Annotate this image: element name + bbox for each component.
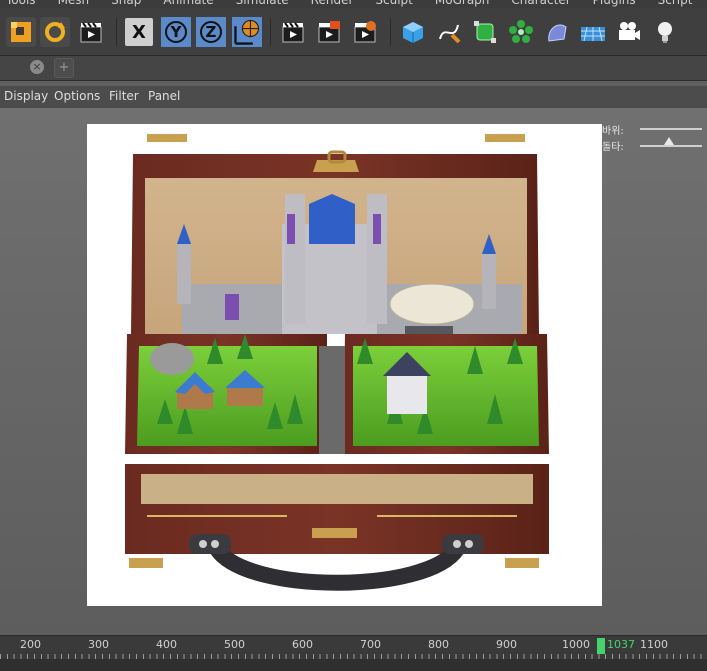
timeline-label: 1100	[640, 638, 668, 651]
side-panel-labels: 바위: 돌타:	[602, 122, 624, 154]
slider-knob-icon[interactable]	[664, 137, 674, 145]
timeline-label: 1000	[562, 638, 590, 651]
floor-icon[interactable]	[578, 17, 608, 47]
bottom-status-bar	[0, 659, 707, 671]
render-picture-viewer-icon[interactable]	[314, 17, 344, 47]
live-selection-icon[interactable]	[6, 17, 36, 47]
menu-item[interactable]: MoGraph	[435, 0, 490, 7]
menu-item[interactable]: Snap	[111, 0, 141, 7]
menu-item[interactable]: Simulate	[236, 0, 289, 7]
current-frame-readout: 1037	[607, 638, 635, 651]
main-toolbar: X Y Z	[0, 8, 707, 56]
axis-y-label: Y	[165, 21, 187, 43]
menu-item[interactable]: Mesh	[58, 0, 90, 7]
viewport-tab-strip: × +	[0, 56, 707, 81]
camera-icon[interactable]	[614, 17, 644, 47]
menu-items: Tools Mesh Snap Animate Simulate Render Sculpt…	[6, 0, 707, 7]
render-viewport[interactable]: 바위: 돌타:	[0, 108, 707, 635]
cube-primitive-icon[interactable]	[398, 17, 428, 47]
side-panel-slider-1[interactable]	[640, 128, 702, 130]
add-tab-button[interactable]: +	[54, 58, 74, 78]
rendered-image	[87, 124, 602, 606]
close-tab-icon[interactable]: ×	[30, 60, 44, 74]
render-settings-icon[interactable]	[350, 17, 380, 47]
side-panel-label-1: 바위:	[602, 126, 624, 137]
timeline-label: 800	[428, 638, 449, 651]
render-view-icon[interactable]	[278, 17, 308, 47]
axis-z-lock[interactable]: Z	[196, 17, 226, 47]
timeline-label: 500	[224, 638, 245, 651]
axis-z-label: Z	[200, 21, 222, 43]
timeline-label: 700	[360, 638, 381, 651]
refresh-icon[interactable]	[40, 17, 70, 47]
menu-filter[interactable]: Filter	[109, 89, 139, 103]
subdivision-icon[interactable]	[470, 17, 500, 47]
side-panel-slider-2[interactable]	[640, 145, 702, 147]
timeline-ruler[interactable]: 200 300 400 500 600 700 800 900 1000 110…	[0, 635, 707, 660]
world-coordinates-icon[interactable]	[232, 17, 262, 47]
axis-x-lock[interactable]: X	[124, 17, 154, 47]
menu-panel[interactable]: Panel	[148, 89, 180, 103]
menu-options[interactable]: Options	[54, 89, 100, 103]
timeline-label: 300	[88, 638, 109, 651]
axis-y-lock[interactable]: Y	[161, 17, 191, 47]
side-panel-label-2: 돌타:	[602, 142, 624, 153]
suitcase-diorama-render	[125, 134, 549, 591]
light-icon[interactable]	[650, 17, 680, 47]
timeline-label: 600	[292, 638, 313, 651]
menu-item[interactable]: Render	[311, 0, 354, 7]
viewport-menubar: Display Options Filter Panel	[0, 86, 707, 109]
menu-item[interactable]: Animate	[163, 0, 213, 7]
menu-item[interactable]: Tools	[6, 0, 36, 7]
deformer-icon[interactable]	[542, 17, 572, 47]
playhead-marker[interactable]	[597, 638, 605, 654]
array-icon[interactable]	[506, 17, 536, 47]
spline-pen-icon[interactable]	[434, 17, 464, 47]
menu-item[interactable]: Plugins	[593, 0, 636, 7]
menu-item[interactable]: Script	[658, 0, 693, 7]
timeline-label: 200	[20, 638, 41, 651]
timeline-label: 400	[156, 638, 177, 651]
menu-display[interactable]: Display	[4, 89, 48, 103]
menu-item[interactable]: Sculpt	[375, 0, 412, 7]
main-menubar: Tools Mesh Snap Animate Simulate Render Sculpt…	[0, 0, 707, 8]
menu-item[interactable]: Character	[511, 0, 570, 7]
render-clapper-icon[interactable]	[76, 17, 106, 47]
timeline-label: 900	[496, 638, 517, 651]
axis-x-label: X	[125, 18, 153, 46]
